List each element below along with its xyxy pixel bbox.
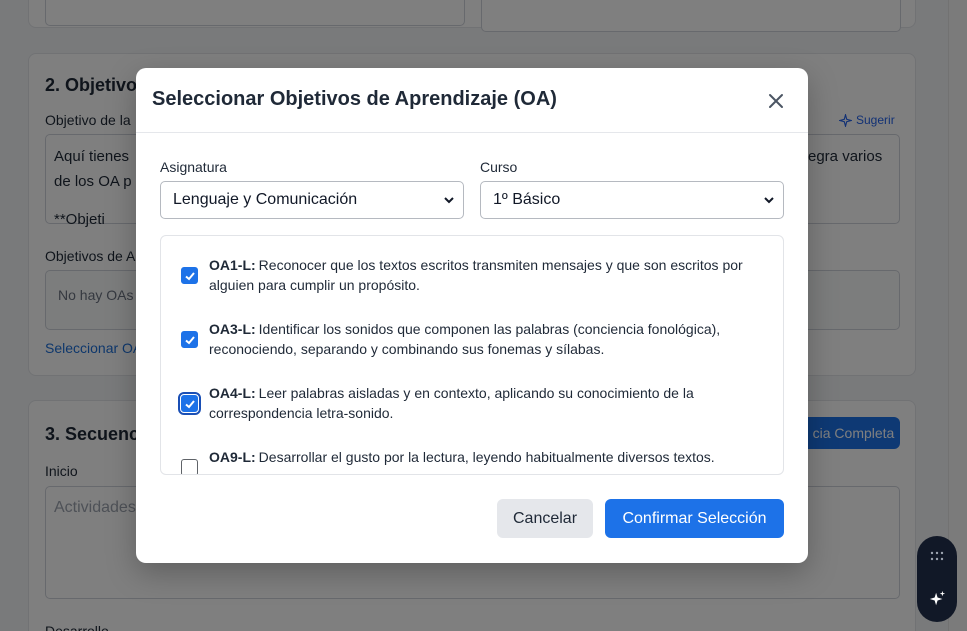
oa-selection-modal: Seleccionar Objetivos de Aprendizaje (OA…: [136, 68, 808, 563]
close-button[interactable]: [764, 89, 788, 113]
oa-code: OA9-L:: [209, 449, 256, 465]
oa9-checkbox[interactable]: [181, 459, 198, 474]
asignatura-select[interactable]: Lenguaje y Comunicación: [160, 181, 464, 219]
sparkle-icon[interactable]: [928, 590, 946, 608]
oa-list[interactable]: OA1-L: Reconocer que los textos escritos …: [160, 235, 784, 475]
check-icon: [184, 335, 195, 344]
oa-item[interactable]: OA9-L: Desarrollar el gusto por la lectur…: [181, 447, 771, 474]
oa3-checkbox[interactable]: [181, 331, 198, 348]
modal-header: Seleccionar Objetivos de Aprendizaje (OA…: [136, 68, 808, 133]
oa-description: Reconocer que los textos escritos transm…: [209, 257, 743, 293]
check-icon: [184, 399, 195, 408]
oa-code: OA3-L:: [209, 321, 256, 337]
curso-value: 1º Básico: [493, 191, 561, 208]
modal-title: Seleccionar Objetivos de Aprendizaje (OA…: [152, 88, 557, 110]
oa1-checkbox[interactable]: [181, 267, 198, 284]
oa-code: OA1-L:: [209, 257, 256, 273]
floating-toolbar[interactable]: [917, 536, 957, 622]
oa-item[interactable]: OA3-L: Identificar los sonidos que compon…: [181, 319, 771, 359]
oa-description: Desarrollar el gusto por la lectura, ley…: [258, 449, 715, 465]
confirm-selection-button[interactable]: Confirmar Selección: [605, 499, 784, 538]
close-icon: [769, 94, 783, 108]
asignatura-value: Lenguaje y Comunicación: [173, 191, 358, 208]
oa-item[interactable]: OA4-L: Leer palabras aisladas y en contex…: [178, 383, 771, 423]
curso-select[interactable]: 1º Básico: [480, 181, 784, 219]
chevron-down-icon: [764, 197, 774, 204]
oa-item[interactable]: OA1-L: Reconocer que los textos escritos …: [181, 255, 771, 295]
grip-icon[interactable]: [930, 551, 944, 561]
chevron-down-icon: [444, 197, 454, 204]
oa-code: OA4-L:: [209, 385, 256, 401]
oa4-checkbox[interactable]: [178, 392, 201, 415]
curso-label: Curso: [480, 159, 518, 175]
check-icon: [184, 271, 195, 280]
asignatura-label: Asignatura: [160, 159, 227, 175]
cancel-button[interactable]: Cancelar: [497, 499, 593, 538]
oa-description: Identificar los sonidos que componen las…: [209, 321, 721, 357]
oa-description: Leer palabras aisladas y en contexto, ap…: [209, 385, 694, 421]
